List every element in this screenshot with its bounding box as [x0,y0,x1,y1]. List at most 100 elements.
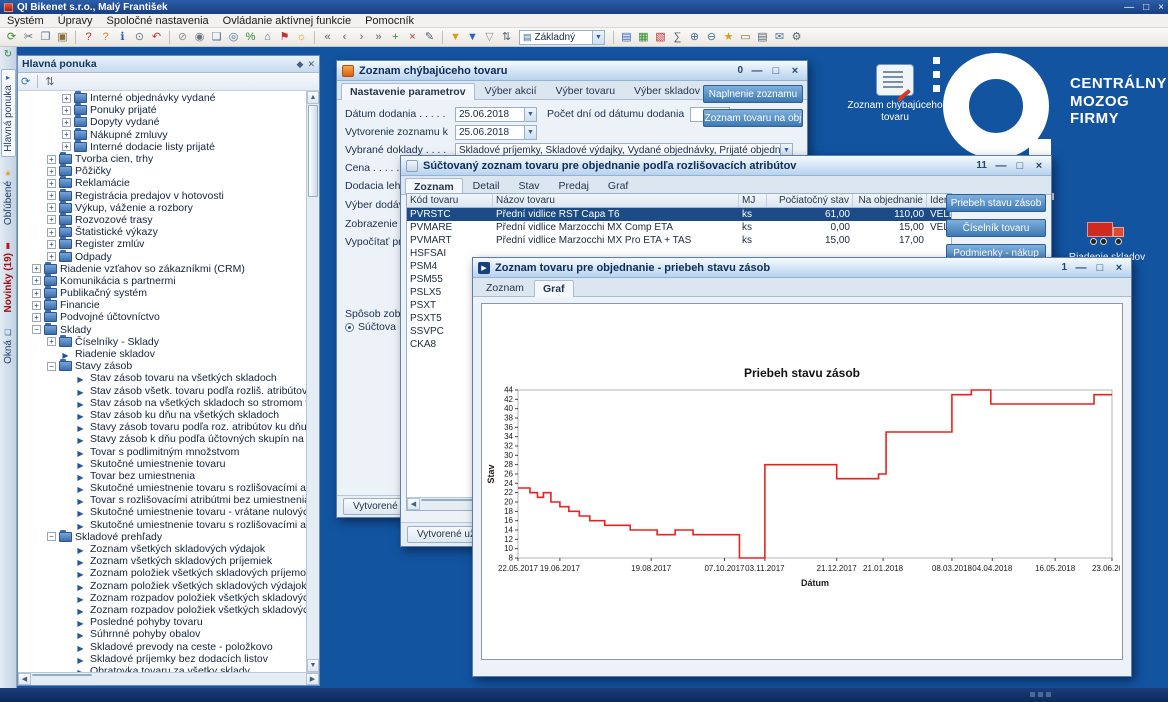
close-button[interactable]: × [1112,262,1126,274]
tree-item[interactable]: Stavy zásob k dňu podľa účtovných skupín… [18,433,306,445]
sidebar-tab-main-menu[interactable]: ▸ Hlavná ponuka [1,69,16,157]
minimize-button[interactable]: — [994,160,1008,172]
forbid-icon[interactable]: ⊘ [174,29,191,45]
zoom-out-icon[interactable]: ⊖ [703,29,720,45]
refresh-icon[interactable]: ⟳ [3,29,20,45]
tree-item[interactable]: Obratovka tovaru za všetky sklady [18,665,306,672]
window-icon[interactable]: ❏ [208,29,225,45]
maximize-button[interactable]: □ [1013,160,1027,172]
tree-expander-icon[interactable] [32,264,41,273]
tree-item[interactable]: Zoznam položiek všetkých skladových výda… [18,580,306,592]
dock-refresh-icon[interactable]: ↻ [4,49,12,60]
maximize-button[interactable]: □ [1093,262,1107,274]
copy-icon[interactable]: ❐ [37,29,54,45]
flag-icon[interactable]: ⚑ [276,29,293,45]
menu-item[interactable]: Systém [0,15,51,27]
tree-refresh-icon[interactable]: ⟳ [21,75,30,88]
tree-expander-icon[interactable] [62,106,71,115]
tree-item[interactable]: Číselníky - Sklady [18,336,306,348]
filter-icon[interactable]: ▼ [447,29,464,45]
menu-item[interactable]: Úpravy [51,15,100,27]
tree-expander-icon[interactable] [47,191,56,200]
delivery-date-select[interactable]: 25.06.2018▼ [455,107,537,122]
tree-expander-icon[interactable] [32,276,41,285]
menu-item[interactable]: Pomocník [358,15,421,27]
tab[interactable]: Výber tovaru [547,82,625,99]
tree-vertical-scrollbar[interactable]: ▲ ▼ [306,91,319,672]
tree-item[interactable]: Tovar bez umiestnenia [18,470,306,482]
scrollbar-thumb[interactable] [32,674,92,676]
scroll-left-icon[interactable]: ◀ [18,673,31,685]
tree-expander-icon[interactable] [47,337,56,346]
tree-item[interactable]: Zoznam všetkých skladových príjemiek [18,555,306,567]
tree-expander-icon[interactable] [47,179,56,188]
tab[interactable]: Nastavenie parametrov [341,83,475,100]
paste-icon[interactable]: ▣ [54,29,71,45]
action-button[interactable]: Zoznam tovaru na obj [703,109,803,127]
table-row[interactable]: PVMART Přední vidlice Marzocchi MX Pro E… [407,234,951,247]
tree-expander-icon[interactable] [47,215,56,224]
tree-expander-icon[interactable] [47,167,56,176]
scroll-up-icon[interactable]: ▲ [307,91,319,104]
column-header[interactable]: Názov tovaru [493,194,739,207]
window-titlebar[interactable]: ▶ Zoznam tovaru pre objednanie - priebeh… [473,258,1131,278]
column-header[interactable]: Na objednanie [853,194,927,207]
tree-horizontal-scrollbar[interactable]: ◀ ▶ [18,672,319,685]
tree-item[interactable]: Interné objednávky vydané [18,92,306,104]
tree-item[interactable]: Nákupné zmluvy [18,129,306,141]
lock-icon[interactable]: ⊙ [131,29,148,45]
last-record-icon[interactable]: » [370,29,387,45]
first-record-icon[interactable]: « [319,29,336,45]
tab[interactable]: Zoznam [477,279,533,296]
tree-expander-icon[interactable] [62,118,71,127]
tree-expander-icon[interactable] [47,362,56,371]
menu-item[interactable]: Spoločné nastavenia [100,15,216,27]
tree-item[interactable]: Stav zásob tovaru na všetkých skladoch [18,372,306,384]
column-header[interactable]: MJ [739,194,767,207]
action-button[interactable]: Priebeh stavu zásob [946,194,1046,212]
info-icon[interactable]: ℹ [114,29,131,45]
tree-expander-icon[interactable] [32,325,41,334]
sidebar-tab-favorites[interactable]: ★ Obľúbené [1,166,16,229]
tree-expander-icon[interactable] [47,155,56,164]
print-icon[interactable]: ▤ [754,29,771,45]
close-button[interactable]: × [788,65,802,77]
tree-item[interactable]: Skutočné umiestnenie tovaru s rozlišovac… [18,519,306,531]
tree-item[interactable]: Stav zásob ku dňu na všetkých skladoch [18,409,306,421]
tree-item[interactable]: Register zmlúv [18,238,306,250]
tab[interactable]: Výber akcií [476,82,546,99]
column-header[interactable]: Počiatočný stav [767,194,853,207]
mail-icon[interactable]: ✉ [771,29,788,45]
tree-item[interactable]: Sklady [18,324,306,336]
calc-icon[interactable]: ∑ [669,29,686,45]
tree-item[interactable]: Zoznam rozpadov položiek všetkých sklado… [18,604,306,616]
window-titlebar[interactable]: Súčtovaný zoznam tovaru pre objednanie p… [401,156,1051,176]
menu-item[interactable]: Ovládanie aktívnej funkcie [216,15,358,27]
search-icon[interactable]: ◎ [225,29,242,45]
percent-icon[interactable]: % [242,29,259,45]
window-titlebar[interactable]: Zoznam chýbajúceho tovaru 0 — □ × [337,61,807,81]
tree-item[interactable]: Odpady [18,250,306,262]
tab[interactable]: Graf [599,177,637,194]
sort-icon[interactable]: ⇅ [498,29,515,45]
tab[interactable]: Detail [464,177,509,194]
tree-item[interactable]: Skutočné umiestnenie tovaru [18,458,306,470]
pin-icon[interactable]: ◆ [297,59,304,70]
tree-item[interactable]: Zoznam položiek všetkých skladových príj… [18,567,306,579]
tree-sort-icon[interactable]: ⇅ [45,75,54,88]
settings-icon[interactable]: ⚙ [788,29,805,45]
delete-record-icon[interactable]: × [404,29,421,45]
sidebar-tab-windows[interactable]: ❏ Okná [1,325,16,368]
tree-expander-icon[interactable] [62,130,71,139]
tree-item[interactable]: Tovar s podlimitným množstvom [18,445,306,457]
tab[interactable]: Graf [534,280,574,297]
tree-item[interactable]: Podvojné účtovníctvo [18,311,306,323]
action-button[interactable]: Naplnenie zoznamu [703,85,803,103]
context-help-icon[interactable]: ? [97,29,114,45]
record-icon[interactable]: ◉ [191,29,208,45]
app-minimize-button[interactable]: — [1124,2,1134,13]
action-button[interactable]: Číselník tovaru [946,219,1046,237]
tree-expander-icon[interactable] [62,142,71,151]
app-maximize-button[interactable]: □ [1143,2,1149,13]
scrollbar-thumb[interactable] [308,105,318,197]
